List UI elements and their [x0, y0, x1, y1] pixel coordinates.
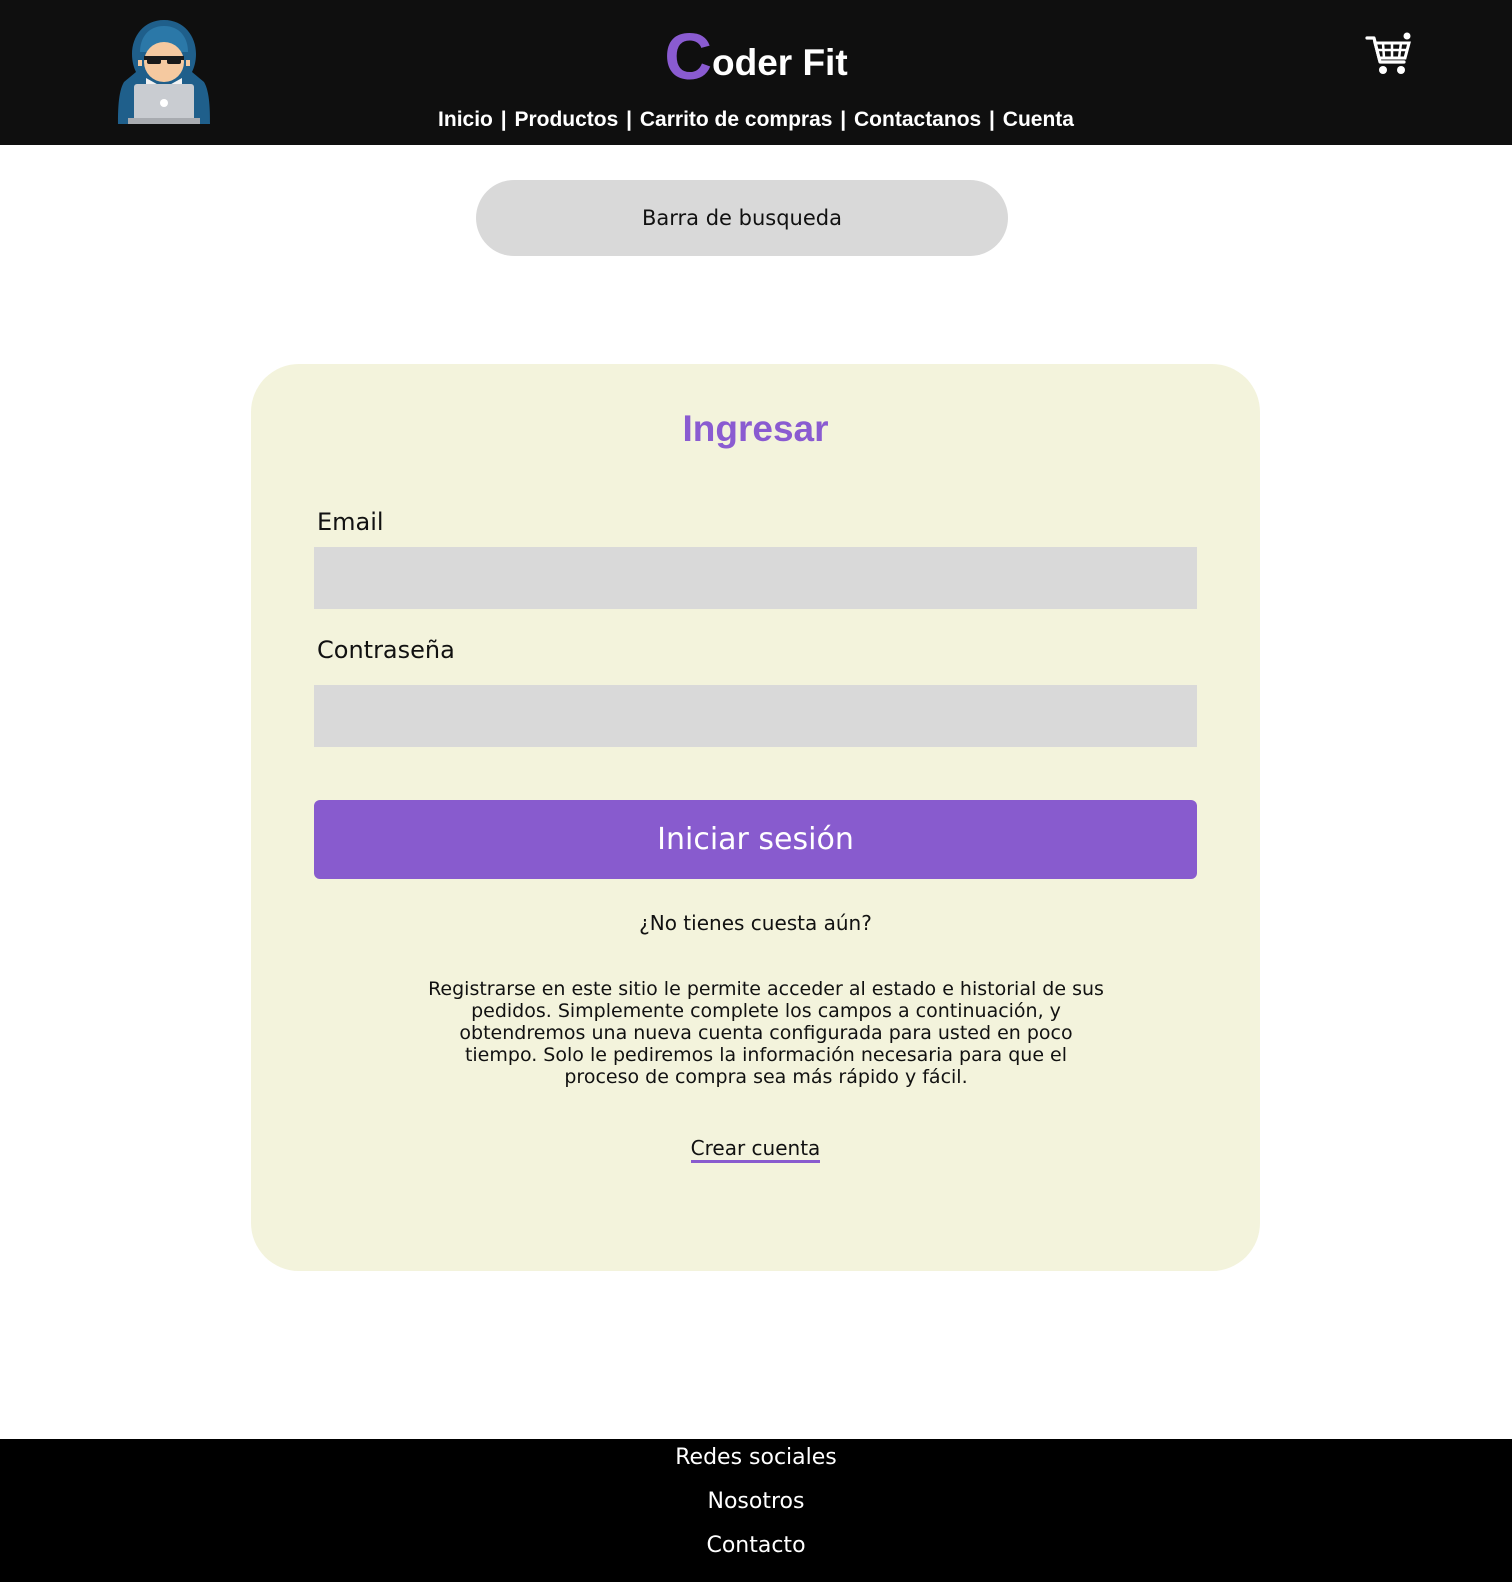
nav-link-productos[interactable]: Productos [514, 108, 618, 131]
footer-link-nosotros[interactable]: Nosotros [708, 1489, 805, 1514]
nav-link-carrito[interactable]: Carrito de compras [640, 108, 833, 131]
nav-link-contactanos[interactable]: Contactanos [854, 108, 981, 131]
create-account-wrapper: Crear cuenta [251, 1136, 1260, 1163]
nav-separator: | [989, 108, 995, 131]
registration-description: Registrarse en este sitio le permite acc… [428, 978, 1104, 1088]
footer-item: Nosotros [0, 1489, 1512, 1514]
nav-separator: | [500, 108, 507, 131]
main-nav: Inicio | Productos | Carrito de compras … [0, 108, 1512, 132]
footer-link-contacto[interactable]: Contacto [706, 1533, 805, 1558]
password-field[interactable] [314, 685, 1197, 747]
shopping-cart-icon[interactable] [1365, 32, 1413, 78]
search-input[interactable] [476, 180, 1008, 256]
nav-link-inicio[interactable]: Inicio [438, 108, 493, 131]
footer-item: Redes sociales [0, 1445, 1512, 1470]
footer-link-redes-sociales[interactable]: Redes sociales [675, 1445, 837, 1470]
password-label: Contraseña [317, 636, 455, 664]
email-label: Email [317, 508, 384, 536]
nav-separator: | [626, 108, 633, 131]
brand-name: oder Fit [712, 42, 848, 83]
site-header: Coder Fit Inicio | Productos | Carrito d… [0, 0, 1512, 145]
site-footer: Redes sociales Nosotros Contacto [0, 1439, 1512, 1582]
footer-item: Contacto [0, 1533, 1512, 1558]
brand-initial: C [664, 19, 712, 93]
create-account-link[interactable]: Crear cuenta [690, 1136, 821, 1163]
email-field[interactable] [314, 547, 1197, 609]
nav-link-cuenta[interactable]: Cuenta [1003, 108, 1074, 131]
login-card: Ingresar Email Contraseña Iniciar sesión… [251, 364, 1260, 1271]
login-button[interactable]: Iniciar sesión [314, 800, 1197, 879]
no-account-text: ¿No tienes cuesta aún? [639, 911, 872, 935]
nav-separator: | [840, 108, 847, 131]
login-title: Ingresar [682, 408, 829, 449]
brand-logo[interactable]: Coder Fit [0, 18, 1512, 94]
